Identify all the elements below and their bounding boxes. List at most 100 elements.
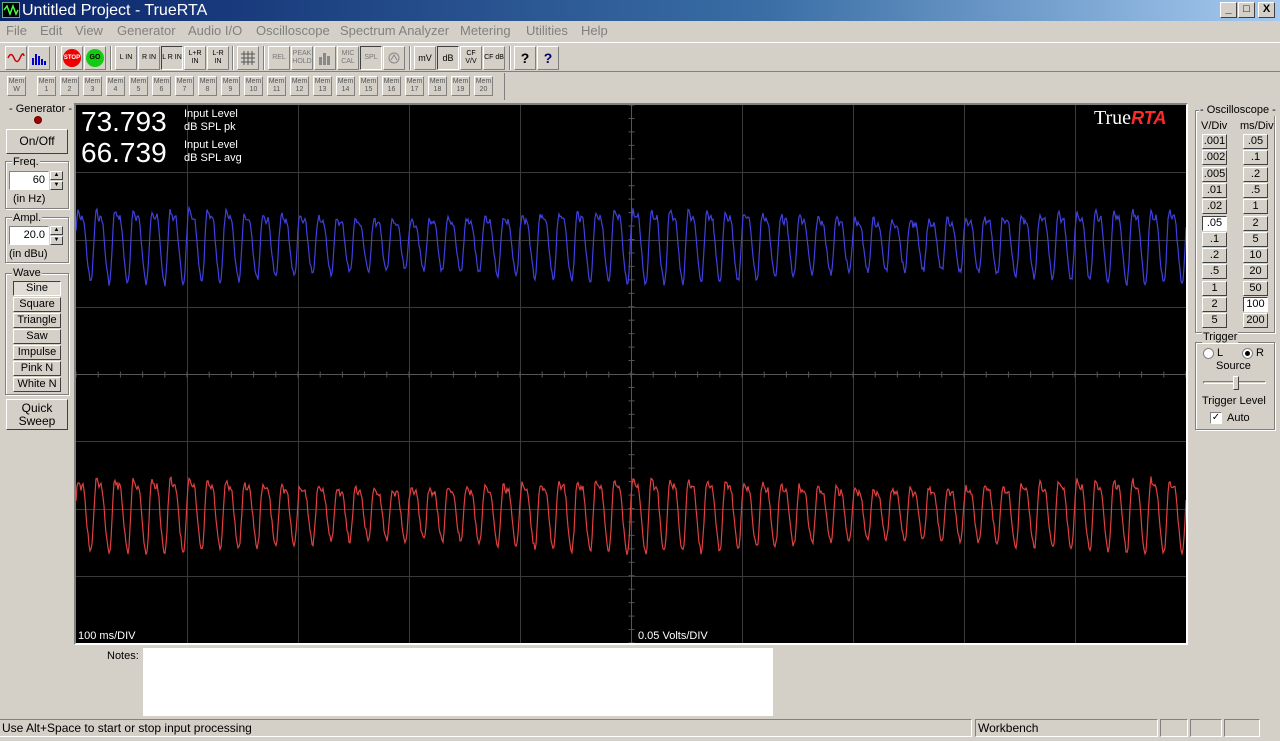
vdiv-option-button[interactable]: 2 — [1202, 297, 1227, 312]
oscilloscope-mode-button[interactable] — [5, 46, 27, 70]
mem-8-button[interactable]: Mem 8 — [198, 76, 217, 96]
wave-impulse-button[interactable]: Impulse — [13, 345, 61, 360]
mem-20-button[interactable]: Mem 20 — [474, 76, 493, 96]
vdiv-option-button[interactable]: .005 — [1202, 166, 1227, 182]
menu-metering[interactable]: Metering — [460, 21, 511, 40]
vdiv-option-button[interactable]: .1 — [1202, 231, 1227, 247]
vdiv-option-button[interactable]: 1 — [1202, 280, 1227, 296]
mic-cal-button[interactable]: MIC CAL — [337, 46, 359, 70]
menu-help[interactable]: Help — [581, 21, 608, 40]
source-r-radio[interactable] — [1242, 348, 1253, 359]
input-l-plus-r-button[interactable]: L+R IN — [184, 46, 206, 70]
mem-1-button[interactable]: Mem 1 — [37, 76, 56, 96]
mem-17-button[interactable]: Mem 17 — [405, 76, 424, 96]
menu-view[interactable]: View — [75, 21, 103, 40]
wave-saw-button[interactable]: Saw — [13, 329, 61, 344]
minimize-button[interactable]: _ — [1220, 2, 1237, 18]
trigger-level-slider-thumb[interactable] — [1233, 376, 1239, 390]
freq-up-button[interactable]: ▲ — [50, 171, 63, 180]
mem-18-button[interactable]: Mem 18 — [428, 76, 447, 96]
spl-button[interactable]: SPL — [360, 46, 382, 70]
msdiv-option-button[interactable]: 5 — [1243, 231, 1268, 247]
mem-13-button[interactable]: Mem 13 — [313, 76, 332, 96]
wave-triangle-button[interactable]: Triangle — [13, 313, 61, 328]
rel-button[interactable]: REL — [268, 46, 290, 70]
msdiv-option-button[interactable]: .5 — [1243, 182, 1268, 198]
msdiv-option-button[interactable]: 50 — [1243, 280, 1268, 296]
help-button[interactable]: ? — [514, 46, 536, 70]
weighting-button[interactable] — [383, 46, 405, 70]
mem-4-button[interactable]: Mem 4 — [106, 76, 125, 96]
vdiv-option-button[interactable]: .02 — [1202, 199, 1227, 215]
menu-utilities[interactable]: Utilities — [526, 21, 568, 40]
wave-white-noise-button[interactable]: White N — [13, 377, 61, 392]
msdiv-option-button[interactable]: .05 — [1243, 134, 1268, 149]
vdiv-option-button[interactable]: 5 — [1202, 313, 1227, 329]
mem-write-button[interactable]: Mem W — [7, 76, 26, 96]
wave-sine-button[interactable]: Sine — [13, 281, 61, 296]
notes-textarea[interactable] — [143, 648, 773, 716]
msdiv-option-button[interactable]: 2 — [1243, 215, 1268, 231]
title-bar[interactable]: Untitled Project - TrueRTA _ □ X — [0, 0, 1280, 21]
msdiv-option-button[interactable]: 20 — [1243, 264, 1268, 280]
cf-vv-button[interactable]: CF V/V — [460, 46, 482, 70]
freq-input[interactable]: 60 — [9, 171, 49, 190]
quick-sweep-button[interactable]: Quick Sweep — [6, 399, 68, 430]
average-button[interactable] — [314, 46, 336, 70]
mem-10-button[interactable]: Mem 10 — [244, 76, 263, 96]
ampl-up-button[interactable]: ▲ — [50, 226, 63, 235]
ampl-down-button[interactable]: ▼ — [50, 236, 63, 245]
menu-oscilloscope[interactable]: Oscilloscope — [256, 21, 330, 40]
spectrum-mode-button[interactable] — [28, 46, 50, 70]
mem-15-button[interactable]: Mem 15 — [359, 76, 378, 96]
mem-5-button[interactable]: Mem 5 — [129, 76, 148, 96]
msdiv-option-button[interactable]: 10 — [1243, 248, 1268, 264]
wave-square-button[interactable]: Square — [13, 297, 61, 312]
mem-14-button[interactable]: Mem 14 — [336, 76, 355, 96]
close-button[interactable]: X — [1258, 2, 1275, 18]
vdiv-option-button[interactable]: .01 — [1202, 182, 1227, 198]
mem-9-button[interactable]: Mem 9 — [221, 76, 240, 96]
input-l-minus-r-button[interactable]: L-R IN — [207, 46, 229, 70]
whats-this-button[interactable]: ? — [537, 46, 559, 70]
input-r-button[interactable]: R IN — [138, 46, 160, 70]
grid-toggle-button[interactable] — [237, 46, 259, 70]
vdiv-option-button[interactable]: .2 — [1202, 248, 1227, 264]
msdiv-option-button[interactable]: .1 — [1243, 150, 1268, 166]
oscilloscope-display[interactable]: 73.793 Input Level dB SPL pk 66.739 Input… — [74, 103, 1188, 645]
mem-16-button[interactable]: Mem 16 — [382, 76, 401, 96]
input-l-button[interactable]: L IN — [115, 46, 137, 70]
ampl-input[interactable]: 20.0 — [9, 226, 49, 245]
mem-3-button[interactable]: Mem 3 — [83, 76, 102, 96]
msdiv-option-button[interactable]: .2 — [1243, 166, 1268, 182]
stop-button[interactable]: STOP — [61, 46, 83, 70]
msdiv-option-button[interactable]: 100 — [1243, 297, 1268, 312]
vdiv-option-button[interactable]: .001 — [1202, 134, 1227, 149]
maximize-button[interactable]: □ — [1238, 2, 1255, 18]
menu-spectrum-analyzer[interactable]: Spectrum Analyzer — [340, 21, 449, 40]
cf-db-button[interactable]: CF dB — [483, 46, 505, 70]
app-icon[interactable] — [2, 2, 20, 18]
mem-19-button[interactable]: Mem 19 — [451, 76, 470, 96]
menu-file[interactable]: File — [6, 21, 27, 40]
input-lr-button[interactable]: L R IN — [161, 46, 183, 70]
wave-pink-noise-button[interactable]: Pink N — [13, 361, 61, 376]
db-button[interactable]: dB — [437, 46, 459, 70]
mv-button[interactable]: mV — [414, 46, 436, 70]
generator-on-off-button[interactable]: On/Off — [6, 129, 68, 154]
msdiv-option-button[interactable]: 200 — [1243, 313, 1268, 329]
go-button[interactable]: GO — [84, 46, 106, 70]
mem-7-button[interactable]: Mem 7 — [175, 76, 194, 96]
mem-12-button[interactable]: Mem 12 — [290, 76, 309, 96]
vdiv-option-button[interactable]: .05 — [1202, 215, 1227, 231]
source-l-radio[interactable] — [1203, 348, 1214, 359]
freq-down-button[interactable]: ▼ — [50, 181, 63, 190]
menu-edit[interactable]: Edit — [40, 21, 62, 40]
mem-11-button[interactable]: Mem 11 — [267, 76, 286, 96]
menu-audio-io[interactable]: Audio I/O — [188, 21, 242, 40]
vdiv-option-button[interactable]: .5 — [1202, 264, 1227, 280]
mem-6-button[interactable]: Mem 6 — [152, 76, 171, 96]
peak-hold-button[interactable]: PEAK HOLD — [291, 46, 313, 70]
msdiv-option-button[interactable]: 1 — [1243, 199, 1268, 215]
vdiv-option-button[interactable]: .002 — [1202, 150, 1227, 166]
